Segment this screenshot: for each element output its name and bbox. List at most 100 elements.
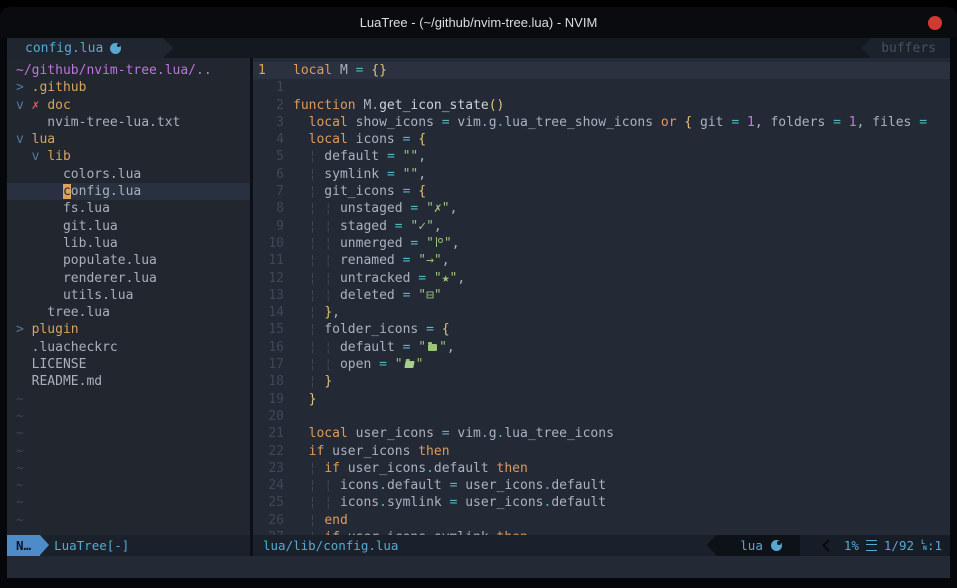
file-tree-window: ~/github/nvim-tree.lua/..> .githubv ✗ do… <box>7 58 250 535</box>
buffers-arrow-separator <box>861 38 871 58</box>
tree-row[interactable]: > plugin <box>7 321 250 338</box>
line-number: 20 <box>253 408 284 425</box>
code-line[interactable]: 4 local icons = { <box>253 131 950 148</box>
tree-row[interactable]: ~ <box>7 512 250 529</box>
filetype-label: lua <box>740 538 763 553</box>
main-area: ~/github/nvim-tree.lua/..> .githubv ✗ do… <box>7 58 950 535</box>
git-branch-icon <box>435 237 443 247</box>
command-line[interactable] <box>7 556 950 578</box>
tree-row[interactable]: renderer.lua <box>7 270 250 287</box>
terminal: config.lua buffers ~/github/nvim-tree.lu… <box>7 38 950 578</box>
line-number: 19 <box>253 391 284 408</box>
statusline-editor: lua/lib/config.lua lua 1% 1/92 :1 <box>253 535 950 556</box>
folder-open-icon <box>404 361 414 368</box>
tree-row[interactable]: v lib <box>7 148 250 165</box>
tree-row[interactable]: > .github <box>7 79 250 96</box>
code-line[interactable]: 6 ¦ symlink = "", <box>253 166 950 183</box>
scroll-percent: 1% <box>844 538 859 553</box>
line-number: 4 <box>253 131 284 148</box>
line-number: 15 <box>253 321 284 338</box>
code-line[interactable]: 1local M = {} <box>253 62 950 79</box>
line-number: 25 <box>253 494 284 511</box>
code-line[interactable]: 10 ¦ ¦ unmerged = "", <box>253 235 950 252</box>
code-line[interactable]: 21 local user_icons = vim.g.lua_tree_ico… <box>253 425 950 442</box>
code-line[interactable]: 3 local show_icons = vim.g.lua_tree_show… <box>253 114 950 131</box>
mode-indicator: N… <box>7 535 40 556</box>
tree-row[interactable]: populate.lua <box>7 252 250 269</box>
statusline-right: lua 1% 1/92 :1 <box>716 535 950 556</box>
code-line[interactable]: 2function M.get_icon_state() <box>253 97 950 114</box>
line-number: 3 <box>253 114 284 131</box>
line-number: 22 <box>253 443 284 460</box>
tree-row[interactable]: v lua <box>7 131 250 148</box>
tree-row[interactable]: README.md <box>7 373 250 390</box>
line-number: 6 <box>253 166 284 183</box>
code-line[interactable]: 14 ¦ }, <box>253 304 950 321</box>
tree-row[interactable]: tree.lua <box>7 304 250 321</box>
lua-filetype-icon <box>771 540 782 551</box>
tree-row[interactable]: ~/github/nvim-tree.lua/.. <box>7 62 250 79</box>
tree-row[interactable]: colors.lua <box>7 166 250 183</box>
app-window: LuaTree - (~/github/nvim-tree.lua) - NVI… <box>0 7 957 588</box>
line-number: 7 <box>253 183 284 200</box>
code-line[interactable]: 5 ¦ default = "", <box>253 148 950 165</box>
code-line[interactable]: 7 ¦ git_icons = { <box>253 183 950 200</box>
code-line[interactable]: 9 ¦ ¦ staged = "✓", <box>253 218 950 235</box>
code-line[interactable]: 8 ¦ ¦ unstaged = "✗", <box>253 200 950 217</box>
line-number: 12 <box>253 270 284 287</box>
line-position: 1/92 <box>884 538 914 553</box>
line-number: 14 <box>253 304 284 321</box>
code-line[interactable]: 13 ¦ ¦ deleted = "⊟" <box>253 287 950 304</box>
line-number: 17 <box>253 356 284 373</box>
tree-status-label: LuaTree[-] <box>54 538 129 553</box>
line-number: 9 <box>253 218 284 235</box>
code-line[interactable]: 24 ¦ ¦ icons.default = user_icons.defaul… <box>253 477 950 494</box>
tree-row[interactable]: nvim-tree-lua.txt <box>7 114 250 131</box>
tree-row[interactable]: ~ <box>7 425 250 442</box>
chevron-left-icon <box>822 539 835 552</box>
tree-row[interactable]: ~ <box>7 391 250 408</box>
code-line[interactable]: 23 ¦ if user_icons.default then <box>253 460 950 477</box>
tree-row[interactable]: fs.lua <box>7 200 250 217</box>
statusline-tree: N… LuaTree[-] <box>7 535 250 556</box>
tree-row[interactable]: ~ <box>7 494 250 511</box>
tree-row[interactable]: config.lua <box>7 183 250 200</box>
line-number: 13 <box>253 287 284 304</box>
tree-row[interactable]: utils.lua <box>7 287 250 304</box>
line-number: 26 <box>253 512 284 529</box>
tree-row[interactable]: ~ <box>7 408 250 425</box>
line-number: 18 <box>253 373 284 390</box>
lua-filetype-icon <box>110 43 121 54</box>
code-line[interactable]: 22 if user_icons then <box>253 443 950 460</box>
tree-row[interactable]: LICENSE <box>7 356 250 373</box>
tree-row[interactable]: ~ <box>7 443 250 460</box>
tree-row[interactable]: ~ <box>7 477 250 494</box>
code-line[interactable]: 16 ¦ ¦ default = "", <box>253 339 950 356</box>
tree-row[interactable]: ~ <box>7 460 250 477</box>
code-line[interactable]: 1 <box>253 79 950 96</box>
filetype-segment: lua <box>716 535 800 556</box>
tree-row[interactable]: .luacheckrc <box>7 339 250 356</box>
code-line[interactable]: 26 ¦ end <box>253 512 950 529</box>
line-number: 23 <box>253 460 284 477</box>
code-line[interactable]: 17 ¦ ¦ open = "" <box>253 356 950 373</box>
close-icon[interactable] <box>928 16 942 30</box>
code-line[interactable]: 15 ¦ folder_icons = { <box>253 321 950 338</box>
window-title: LuaTree - (~/github/nvim-tree.lua) - NVI… <box>360 15 598 30</box>
code-line[interactable]: 20 <box>253 408 950 425</box>
tree-row[interactable]: lib.lua <box>7 235 250 252</box>
code-line[interactable]: 18 ¦ } <box>253 373 950 390</box>
code-line[interactable]: 25 ¦ ¦ icons.symlink = user_icons.defaul… <box>253 494 950 511</box>
tab-config-lua[interactable]: config.lua <box>7 38 163 58</box>
tree-row[interactable]: git.lua <box>7 218 250 235</box>
lines-icon <box>866 540 877 551</box>
tab-label: config.lua <box>25 41 103 56</box>
line-number: 8 <box>253 200 284 217</box>
code-line[interactable]: 19 } <box>253 391 950 408</box>
code-line[interactable]: 11 ¦ ¦ renamed = "→", <box>253 252 950 269</box>
line-number: 21 <box>253 425 284 442</box>
line-number: 24 <box>253 477 284 494</box>
tree-row[interactable]: v ✗ doc <box>7 97 250 114</box>
buffers-label[interactable]: buffers <box>871 38 950 58</box>
code-line[interactable]: 12 ¦ ¦ untracked = "★", <box>253 270 950 287</box>
